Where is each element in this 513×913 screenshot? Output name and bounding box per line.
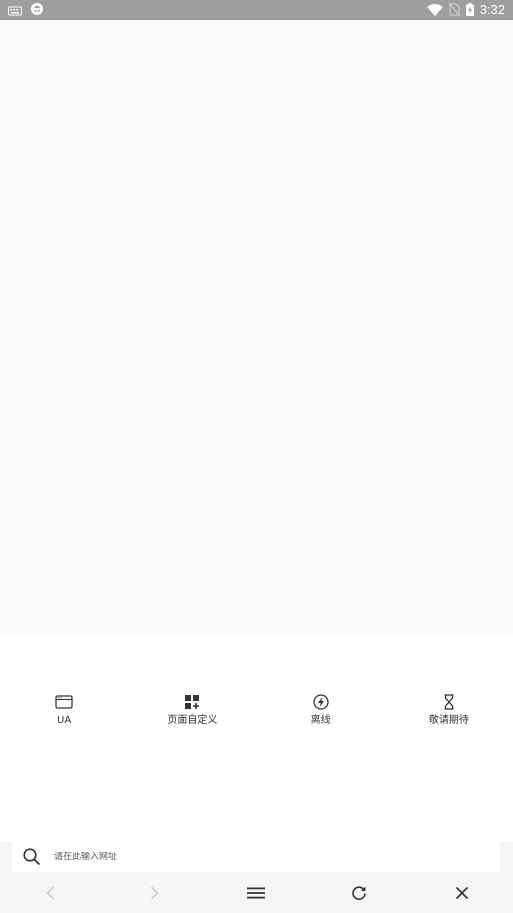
tool-page-customize[interactable]: 页面自定义: [128, 693, 256, 729]
address-bar-container: [0, 842, 513, 872]
close-button[interactable]: [410, 872, 513, 913]
keyboard-icon: [8, 1, 22, 20]
tools-row: UA 页面自定义 离线 敬请期待: [0, 693, 513, 729]
chevron-left-icon: [43, 885, 59, 901]
status-time: 3:32: [479, 2, 505, 17]
menu-icon: [247, 886, 266, 900]
tool-ua[interactable]: UA: [0, 693, 128, 729]
bottom-nav-bar: [0, 872, 513, 913]
status-bar: 3:32: [0, 0, 513, 20]
address-bar[interactable]: [12, 842, 500, 872]
tool-label: 敬请期待: [428, 715, 469, 726]
chevron-right-icon: [146, 885, 162, 901]
dashboard-add-icon: [183, 693, 201, 711]
refresh-icon: [351, 885, 367, 901]
refresh-button[interactable]: [308, 872, 411, 913]
back-button[interactable]: [0, 872, 103, 913]
tool-label: 页面自定义: [167, 715, 218, 726]
browser-window-icon: [55, 693, 73, 711]
battery-charging-icon: [465, 1, 474, 20]
steering-wheel-icon: [30, 1, 44, 20]
tool-label: UA: [57, 715, 72, 726]
search-icon: [12, 847, 42, 867]
menu-button[interactable]: [205, 872, 308, 913]
tools-panel: UA 页面自定义 离线 敬请期待: [0, 637, 513, 842]
close-icon: [455, 886, 469, 900]
url-input[interactable]: [54, 852, 434, 862]
status-left-icons: [8, 2, 44, 18]
bolt-circle-icon: [312, 693, 330, 711]
web-content-area[interactable]: [0, 20, 513, 637]
hourglass-icon: [440, 693, 458, 711]
tool-offline[interactable]: 离线: [257, 693, 385, 729]
tool-coming-soon[interactable]: 敬请期待: [385, 693, 513, 729]
tool-label: 离线: [310, 715, 331, 726]
status-right-icons: 3:32: [426, 1, 505, 20]
forward-button[interactable]: [103, 872, 206, 913]
wifi-icon: [426, 1, 443, 20]
no-sim-icon: [448, 1, 461, 20]
